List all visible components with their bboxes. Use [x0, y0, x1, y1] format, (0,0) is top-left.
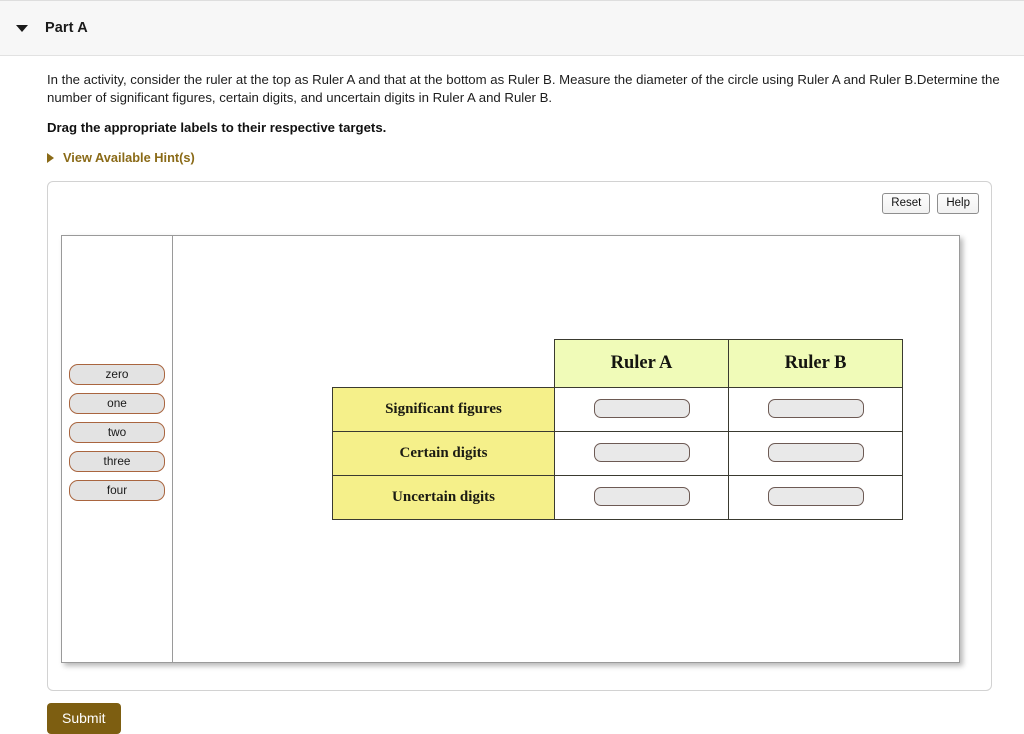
drop-cell-significant-figures-ruler-b[interactable] [728, 387, 903, 432]
task-instruction: Drag the appropriate labels to their res… [47, 120, 387, 135]
activity-canvas: zero one two three four Ruler A Ruler B … [61, 235, 960, 663]
submit-button[interactable]: Submit [47, 703, 121, 734]
problem-statement: In the activity, consider the ruler at t… [47, 72, 1000, 105]
drop-slot[interactable] [767, 486, 864, 506]
row-label-significant-figures: Significant figures [332, 387, 555, 432]
triangle-right-icon [47, 152, 54, 163]
help-button[interactable]: Help [937, 193, 979, 214]
row-label-uncertain-digits: Uncertain digits [332, 475, 555, 520]
reset-button[interactable]: Reset [882, 193, 931, 214]
drop-slot[interactable] [593, 442, 690, 462]
triangle-down-icon[interactable] [16, 24, 28, 32]
page-title: Part A [45, 20, 88, 36]
table-row: Certain digits [332, 431, 903, 476]
activity-toolbar: Reset Help [882, 193, 979, 214]
drop-cell-uncertain-digits-ruler-a[interactable] [554, 475, 729, 520]
drag-label-one[interactable]: one [69, 393, 165, 414]
view-hints-label: View Available Hint(s) [63, 150, 195, 165]
table-row: Uncertain digits [332, 475, 903, 520]
drop-cell-uncertain-digits-ruler-b[interactable] [728, 475, 903, 520]
view-hints-link[interactable]: View Available Hint(s) [47, 150, 195, 165]
part-content: In the activity, consider the ruler at t… [0, 71, 1024, 734]
drop-slot[interactable] [593, 486, 690, 506]
matrix-corner-cell [333, 340, 555, 388]
column-header-ruler-b: Ruler B [728, 339, 903, 388]
drop-cell-certain-digits-ruler-b[interactable] [728, 431, 903, 476]
part-header: Part A [0, 0, 1024, 56]
drag-label-two[interactable]: two [69, 422, 165, 443]
row-label-certain-digits: Certain digits [332, 431, 555, 476]
table-row: Significant figures [332, 387, 903, 432]
answer-matrix: Ruler A Ruler B Significant figures Cert… [332, 339, 903, 520]
drag-label-four[interactable]: four [69, 480, 165, 501]
drop-slot[interactable] [767, 442, 864, 462]
activity-container: Reset Help zero one two three four Ruler… [47, 181, 992, 691]
submit-row: Submit [47, 703, 1024, 734]
drop-slot[interactable] [767, 398, 864, 418]
drop-slot[interactable] [593, 398, 690, 418]
drop-cell-significant-figures-ruler-a[interactable] [554, 387, 729, 432]
drop-cell-certain-digits-ruler-a[interactable] [554, 431, 729, 476]
bank-divider [172, 236, 173, 662]
drag-label-zero[interactable]: zero [69, 364, 165, 385]
drag-label-three[interactable]: three [69, 451, 165, 472]
label-bank: zero one two three four [69, 364, 165, 501]
table-header-row: Ruler A Ruler B [333, 339, 903, 388]
column-header-ruler-a: Ruler A [554, 339, 729, 388]
